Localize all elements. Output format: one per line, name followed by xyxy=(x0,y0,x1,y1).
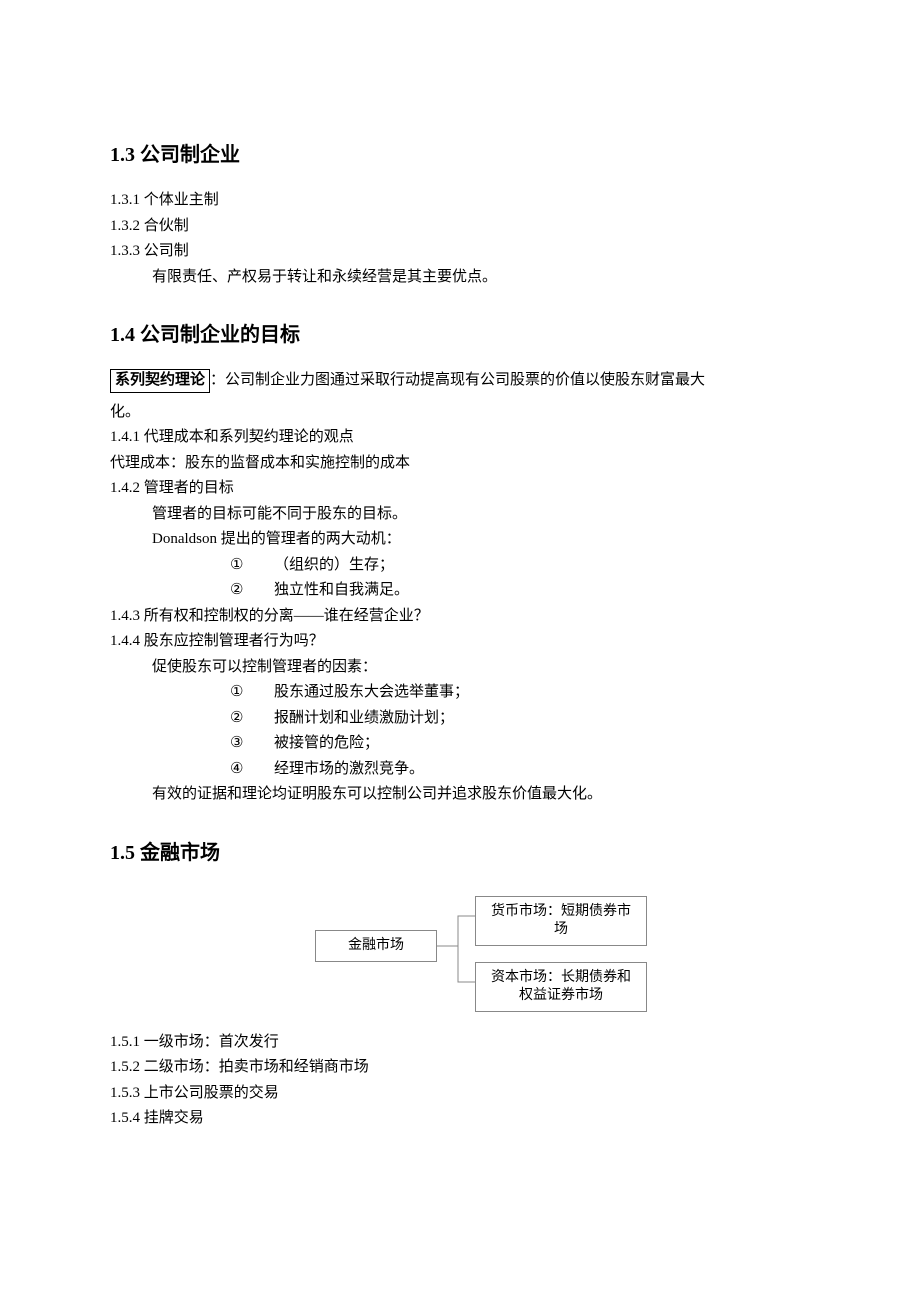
sub-1-4-4-2: ② 报酬计划和业绩激励计划； xyxy=(230,706,810,732)
sub-text: 经理市场的激烈竞争。 xyxy=(274,757,424,783)
num-circle-icon: ① xyxy=(230,680,248,706)
diagram-financial-market: 金融市场 货币市场：短期债券市场 资本市场：长期债券和权益证券市场 xyxy=(110,892,810,1012)
item-1-4-4: 1.4.4 股东应控制管理者行为吗？ xyxy=(110,629,810,655)
heading-1-3: 1.3 公司制企业 xyxy=(110,138,810,172)
heading-1-5: 1.5 金融市场 xyxy=(110,836,810,870)
diagram-root-box: 金融市场 xyxy=(315,930,437,962)
heading-1-4: 1.4 公司制企业的目标 xyxy=(110,318,810,352)
num-circle-icon: ① xyxy=(230,553,248,579)
item-1-5-4: 1.5.4 挂牌交易 xyxy=(110,1106,810,1132)
item-1-5-2: 1.5.2 二级市场：拍卖市场和经销商市场 xyxy=(110,1055,810,1081)
connector-lines-icon xyxy=(110,892,810,1012)
item-1-3-3: 1.3.3 公司制 xyxy=(110,239,810,265)
item-1-4-3: 1.4.3 所有权和控制权的分离——谁在经营企业？ xyxy=(110,604,810,630)
sub-1-4-4-4: ④ 经理市场的激烈竞争。 xyxy=(230,757,810,783)
sub-text: （组织的）生存； xyxy=(274,553,394,579)
boxed-term: 系列契约理论 xyxy=(110,369,210,393)
item-1-4-2-note2: Donaldson 提出的管理者的两大动机： xyxy=(110,527,810,553)
item-1-3-3-note: 有限责任、产权易于转让和永续经营是其主要优点。 xyxy=(110,265,810,291)
diagram-child1-box: 货币市场：短期债券市场 xyxy=(475,896,647,946)
num-circle-icon: ② xyxy=(230,706,248,732)
sub-1-4-2-1: ① （组织的）生存； xyxy=(230,553,810,579)
item-1-4-4-note: 促使股东可以控制管理者的因素： xyxy=(110,655,810,681)
item-1-4-1: 1.4.1 代理成本和系列契约理论的观点 xyxy=(110,425,810,451)
sub-1-4-2-2: ② 独立性和自我满足。 xyxy=(230,578,810,604)
item-1-4-1-note: 代理成本：股东的监督成本和实施控制的成本 xyxy=(110,451,810,477)
item-1-3-1: 1.3.1 个体业主制 xyxy=(110,188,810,214)
boxed-line2: 化。 xyxy=(110,400,810,426)
sub-text: 被接管的危险； xyxy=(274,731,379,757)
item-1-4-4-end: 有效的证据和理论均证明股东可以控制公司并追求股东价值最大化。 xyxy=(110,782,810,808)
boxed-line: 系列契约理论：公司制企业力图通过采取行动提高现有公司股票的价值以使股东财富最大 xyxy=(110,368,810,394)
sub-text: 股东通过股东大会选举董事； xyxy=(274,680,469,706)
num-circle-icon: ② xyxy=(230,578,248,604)
item-1-4-2: 1.4.2 管理者的目标 xyxy=(110,476,810,502)
sub-text: 报酬计划和业绩激励计划； xyxy=(274,706,454,732)
item-1-4-2-note1: 管理者的目标可能不同于股东的目标。 xyxy=(110,502,810,528)
item-1-3-2: 1.3.2 合伙制 xyxy=(110,214,810,240)
boxed-after: ：公司制企业力图通过采取行动提高现有公司股票的价值以使股东财富最大 xyxy=(210,372,705,388)
sub-1-4-4-1: ① 股东通过股东大会选举董事； xyxy=(230,680,810,706)
sub-text: 独立性和自我满足。 xyxy=(274,578,409,604)
num-circle-icon: ③ xyxy=(230,731,248,757)
item-1-5-3: 1.5.3 上市公司股票的交易 xyxy=(110,1081,810,1107)
sub-1-4-4-3: ③ 被接管的危险； xyxy=(230,731,810,757)
num-circle-icon: ④ xyxy=(230,757,248,783)
diagram-child2-box: 资本市场：长期债券和权益证券市场 xyxy=(475,962,647,1012)
item-1-5-1: 1.5.1 一级市场：首次发行 xyxy=(110,1030,810,1056)
